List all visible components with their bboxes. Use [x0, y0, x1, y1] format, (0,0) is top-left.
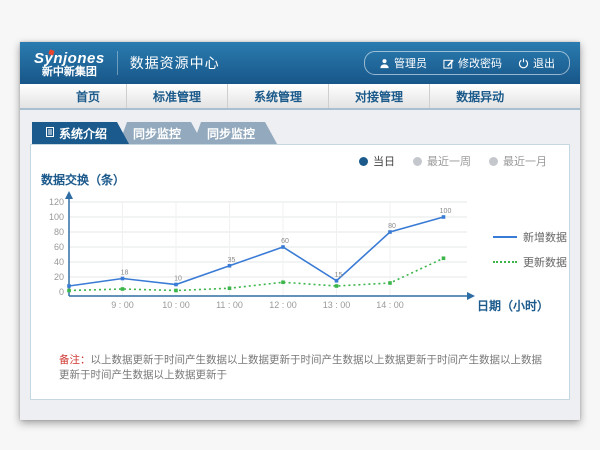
svg-text:120: 120: [49, 197, 64, 207]
radio-dot: [413, 157, 422, 166]
header-divider: [117, 51, 118, 75]
user-menu: 管理员 修改密码 退出: [364, 51, 570, 75]
svg-text:14 : 00: 14 : 00: [376, 300, 404, 310]
chart-panel: 当日 最近一周 最近一月 数据交换（条） 0 20 40 60 80 100 120 9 : …: [30, 144, 570, 400]
svg-text:35: 35: [228, 257, 236, 264]
legend-item-new-data: 新增数据: [493, 229, 567, 245]
legend-swatch-solid: [493, 236, 517, 238]
nav-item-system-mgmt[interactable]: 系统管理: [227, 84, 328, 108]
svg-text:13 : 00: 13 : 00: [323, 300, 351, 310]
user-icon: [379, 58, 390, 69]
svg-text:12 : 00: 12 : 00: [269, 300, 297, 310]
document-icon: [46, 126, 54, 140]
tab-bar: 系统介绍 同步监控 同步监控: [20, 110, 580, 144]
tab-sync-monitor-1[interactable]: 同步监控: [119, 122, 203, 144]
legend-item-updated-data: 更新数据: [493, 254, 567, 270]
svg-text:11 : 00: 11 : 00: [216, 300, 243, 310]
svg-text:15: 15: [335, 272, 343, 279]
svg-text:60: 60: [54, 242, 64, 252]
app-title: 数据资源中心: [130, 53, 220, 73]
edit-icon: [443, 58, 454, 69]
svg-text:9 : 00: 9 : 00: [111, 300, 134, 310]
svg-text:40: 40: [54, 257, 64, 267]
radio-option-2[interactable]: 最近一月: [489, 153, 547, 169]
radio-option-0[interactable]: 当日: [359, 153, 395, 169]
svg-text:100: 100: [49, 212, 64, 222]
content-area: 系统介绍 同步监控 同步监控 当日 最近一周: [20, 110, 580, 418]
svg-text:10: 10: [174, 276, 182, 283]
logout-icon: [518, 58, 529, 69]
tab-sync-monitor-2[interactable]: 同步监控: [193, 122, 277, 144]
time-range-filter: 当日 最近一周 最近一月: [359, 153, 547, 169]
user-menu-admin[interactable]: 管理员: [379, 55, 427, 71]
x-axis-title: 日期（小时）: [477, 297, 549, 314]
radio-dot: [489, 157, 498, 166]
radio-dot: [359, 157, 368, 166]
user-menu-change-password[interactable]: 修改密码: [443, 55, 502, 71]
logo: Synjones 新中新集团: [34, 48, 105, 78]
app-window: Synjones 新中新集团 数据资源中心 管理员 修改密码 退出 首页 标准管…: [20, 42, 580, 420]
svg-text:0: 0: [59, 287, 64, 297]
line-chart: 0 20 40 60 80 100 120 9 : 00 10 : 00 11 : 00 12 : …: [39, 189, 479, 319]
nav-item-home[interactable]: 首页: [50, 84, 126, 108]
footnote-text: 以上数据更新于时间产生数据以上数据更新于时间产生数据以上数据更新于时间产生数据以…: [59, 354, 542, 381]
logo-company: 新中新集团: [34, 67, 105, 79]
radio-option-1[interactable]: 最近一周: [413, 153, 471, 169]
nav-item-standard-mgmt[interactable]: 标准管理: [126, 84, 227, 108]
svg-text:10 : 00: 10 : 00: [162, 300, 190, 310]
svg-text:20: 20: [54, 272, 64, 282]
nav-item-data-change[interactable]: 数据异动: [429, 84, 530, 108]
svg-text:18: 18: [121, 270, 129, 277]
logo-brand: Synjones: [34, 51, 105, 67]
main-nav: 首页 标准管理 系统管理 对接管理 数据异动: [20, 84, 580, 110]
nav-item-interface-mgmt[interactable]: 对接管理: [328, 84, 429, 108]
legend-swatch-dotted: [493, 261, 517, 263]
svg-text:80: 80: [54, 227, 64, 237]
footnote-label: 备注：: [59, 354, 91, 366]
svg-text:100: 100: [440, 208, 452, 215]
svg-text:80: 80: [388, 223, 396, 230]
y-axis-title: 数据交换（条）: [41, 171, 125, 188]
chart-legend: 新增数据 更新数据: [493, 229, 567, 270]
tab-system-intro[interactable]: 系统介绍: [32, 122, 129, 144]
app-header: Synjones 新中新集团 数据资源中心 管理员 修改密码 退出: [20, 42, 580, 84]
user-menu-logout[interactable]: 退出: [518, 55, 555, 71]
footnote: 备注：以上数据更新于时间产生数据以上数据更新于时间产生数据以上数据更新于时间产生…: [59, 353, 551, 382]
svg-text:60: 60: [281, 238, 289, 245]
